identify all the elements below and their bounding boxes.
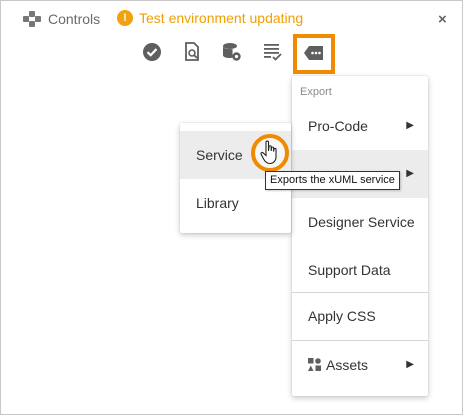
close-icon[interactable]: × bbox=[438, 11, 447, 28]
export-tooltip: Exports the xUML service bbox=[265, 171, 400, 190]
controls-header: Controls bbox=[23, 11, 100, 27]
submenu-item-label: Library bbox=[196, 195, 239, 211]
environment-status: ! Test environment updating bbox=[117, 10, 303, 26]
find-in-file-icon[interactable] bbox=[183, 42, 203, 62]
menu-item-apply-css[interactable]: Apply CSS bbox=[292, 292, 428, 340]
database-settings-icon[interactable] bbox=[222, 42, 242, 62]
chevron-right-icon: ▶ bbox=[406, 359, 414, 370]
menu-item-label: Support Data bbox=[308, 262, 391, 278]
assets-icon bbox=[308, 358, 321, 371]
hand-cursor-icon bbox=[260, 140, 277, 165]
controls-title: Controls bbox=[48, 11, 101, 27]
submenu-item-label: Service bbox=[196, 147, 243, 163]
export-menu: Export Pro-Code ▶ ▶ Designer Service Sup… bbox=[292, 76, 428, 396]
menu-item-label: Apply CSS bbox=[308, 308, 376, 324]
menu-item-label: Designer Service bbox=[308, 214, 415, 230]
environment-status-text: Test environment updating bbox=[139, 10, 304, 26]
list-check-icon[interactable] bbox=[263, 42, 283, 62]
export-button[interactable] bbox=[293, 34, 335, 74]
gamepad-icon bbox=[23, 11, 41, 27]
warning-icon: ! bbox=[117, 10, 133, 26]
export-tag-icon bbox=[304, 46, 323, 60]
menu-item-label: Pro-Code bbox=[308, 118, 368, 134]
menu-section-header: Export bbox=[300, 86, 332, 98]
menu-item-label: Assets bbox=[326, 357, 369, 373]
menu-item-pro-code[interactable]: Pro-Code ▶ bbox=[292, 102, 428, 150]
cursor-highlight bbox=[251, 134, 289, 172]
menu-item-designer-service[interactable]: Designer Service bbox=[292, 198, 428, 246]
chevron-right-icon: ▶ bbox=[406, 120, 414, 131]
chevron-right-icon: ▶ bbox=[406, 168, 414, 179]
menu-item-support-data[interactable]: Support Data bbox=[292, 246, 428, 294]
check-circle-icon[interactable] bbox=[142, 42, 162, 62]
menu-item-assets[interactable]: Assets ▶ bbox=[292, 341, 428, 389]
